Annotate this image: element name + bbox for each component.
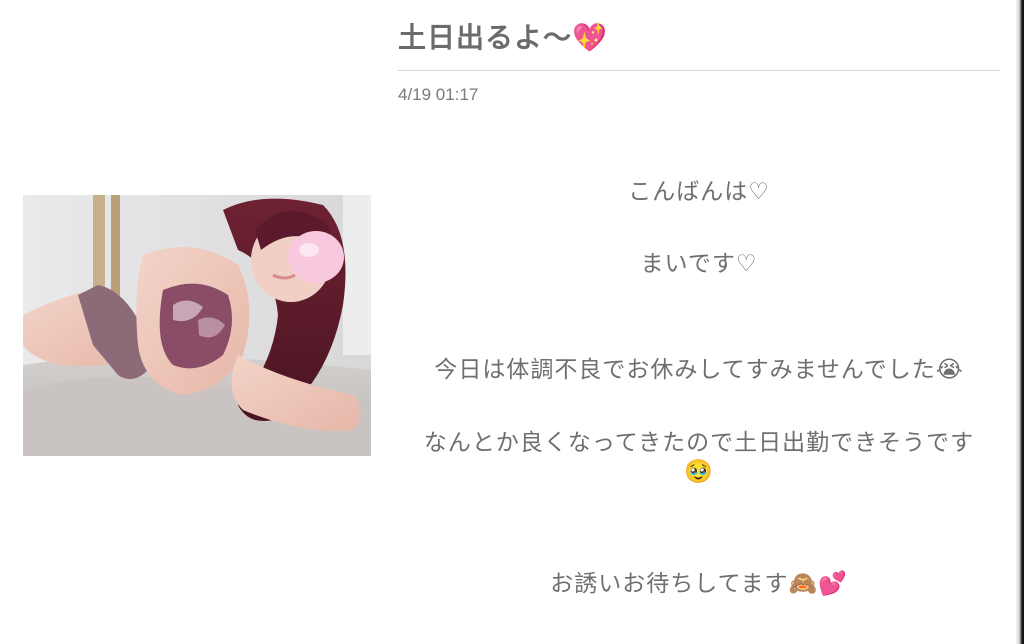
post-body-line: 今日は体調不良でお休みしてすみませんでした😭 [434, 357, 964, 383]
post-body-line: まいです♡ [640, 251, 758, 277]
photo-image [23, 195, 371, 456]
window-edge [1016, 0, 1024, 644]
post-body-line: お誘いお待ちしてます🙈💕 [550, 571, 848, 597]
post-photo[interactable] [23, 195, 371, 456]
post-body-line: こんばんは♡ [628, 179, 770, 205]
pleading-face-icon: 🥹 [684, 459, 714, 485]
post-body-line: なんとか良くなってきたので土日出勤できそうです [423, 430, 975, 456]
post-title: 土日出るよ〜💖 [398, 21, 608, 54]
post-date: 4/19 01:17 [398, 85, 479, 104]
blog-post-page: 土日出るよ〜💖 4/19 01:17 こんばんは♡ まいです♡ 今日は体調不良で… [0, 0, 1024, 644]
title-divider [398, 70, 1000, 71]
